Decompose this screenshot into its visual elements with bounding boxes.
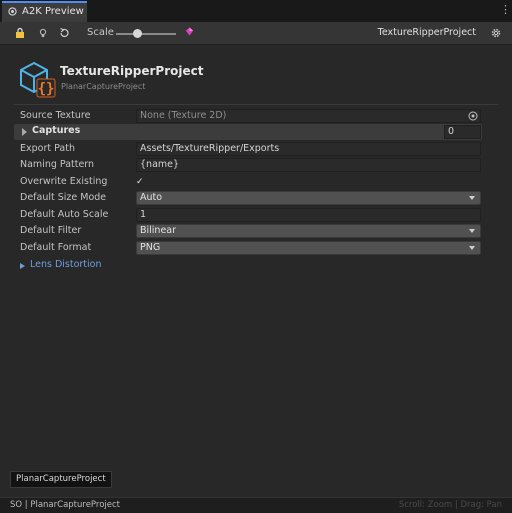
default-auto-scale-label: Default Auto Scale: [20, 209, 109, 220]
default-format-label: Default Format: [20, 242, 92, 253]
object-picker-icon[interactable]: [468, 111, 478, 121]
cube-script-icon: {}: [20, 61, 56, 98]
default-filter-value: Bilinear: [140, 225, 177, 236]
default-size-mode-dropdown[interactable]: Auto: [136, 191, 481, 205]
toolbar: Scale TextureRipperProject: [0, 22, 512, 45]
captures-label: Captures: [32, 125, 81, 136]
default-filter-label: Default Filter: [20, 225, 82, 236]
status-right-hint: Scroll: Zoom | Drag: Pan: [398, 500, 502, 510]
default-size-mode-value: Auto: [140, 192, 163, 203]
default-auto-scale-value: 1: [140, 209, 147, 220]
page-title: TextureRipperProject: [60, 64, 204, 78]
toolbar-project-label: TextureRipperProject: [377, 27, 476, 38]
foldout-arrow-icon[interactable]: [22, 128, 27, 136]
undo-icon[interactable]: [58, 27, 70, 39]
naming-pattern-field[interactable]: {name}: [136, 158, 481, 172]
export-path-value: Assets/TextureRipper/Exports: [140, 143, 280, 154]
kebab-menu-icon[interactable]: ⋮: [500, 3, 511, 16]
eye-icon: [8, 7, 17, 16]
gem-icon[interactable]: [185, 27, 194, 36]
default-filter-dropdown[interactable]: Bilinear: [136, 224, 481, 238]
default-size-mode-label: Default Size Mode: [20, 192, 107, 203]
overwrite-existing-checkbox[interactable]: ✓: [136, 177, 144, 187]
overwrite-existing-label: Overwrite Existing: [20, 176, 108, 187]
default-format-value: PNG: [140, 242, 161, 253]
gear-icon[interactable]: [490, 27, 502, 39]
page-subtitle: PlanarCaptureProject: [61, 82, 146, 91]
default-auto-scale-field[interactable]: 1: [136, 208, 481, 222]
scale-slider-track[interactable]: [116, 33, 176, 35]
naming-pattern-label: Naming Pattern: [20, 159, 95, 170]
export-path-field[interactable]: Assets/TextureRipper/Exports: [136, 142, 481, 156]
default-format-dropdown[interactable]: PNG: [136, 241, 481, 255]
captures-count-field[interactable]: 0: [444, 125, 481, 139]
lens-distortion-foldout[interactable]: Lens Distortion: [30, 259, 102, 270]
header-divider: [14, 104, 498, 105]
source-texture-label: Source Texture: [20, 110, 91, 121]
naming-pattern-value: {name}: [140, 159, 180, 170]
tooltip: PlanarCaptureProject: [10, 471, 112, 488]
captures-count-value: 0: [448, 126, 455, 137]
lock-icon[interactable]: [14, 27, 26, 39]
foldout-arrow-icon[interactable]: [20, 263, 25, 269]
chevron-down-icon: [469, 196, 475, 200]
captures-foldout[interactable]: [14, 124, 482, 140]
chevron-down-icon: [469, 246, 475, 250]
source-texture-field[interactable]: None (Texture 2D): [136, 109, 481, 123]
scale-slider-thumb[interactable]: [132, 29, 142, 38]
tab-label: A2K Preview: [22, 6, 84, 17]
lightbulb-icon[interactable]: [37, 27, 49, 39]
scale-label: Scale: [87, 27, 114, 38]
svg-text:{}: {}: [38, 81, 55, 97]
export-path-label: Export Path: [20, 143, 75, 154]
chevron-down-icon: [469, 229, 475, 233]
tab-a2k-preview[interactable]: A2K Preview: [2, 1, 87, 22]
source-texture-value: None (Texture 2D): [140, 110, 227, 121]
status-left-text: SO | PlanarCaptureProject: [10, 500, 121, 510]
